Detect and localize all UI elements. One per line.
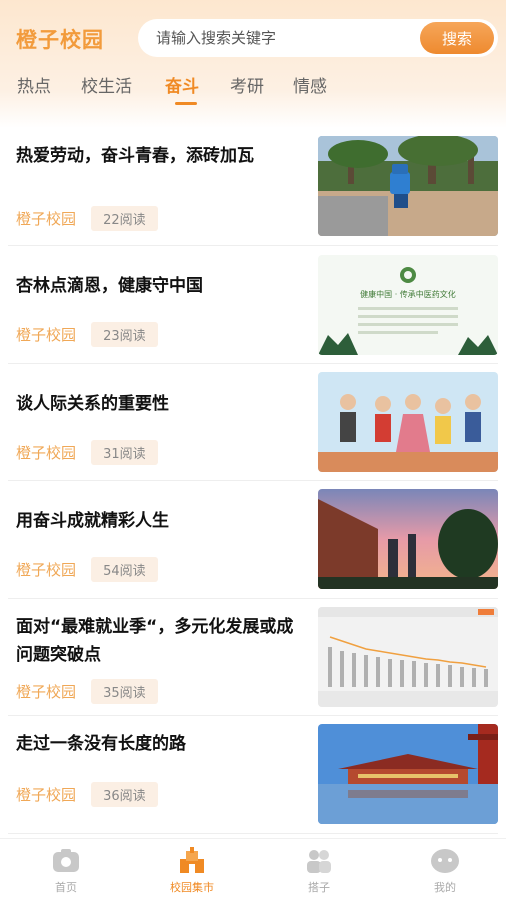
article-title: 杏林点滴恩，健康守中国	[16, 276, 203, 296]
article-meta: 橙子校园 54阅读	[16, 557, 158, 582]
read-count-badge: 36阅读	[91, 782, 158, 807]
article-title: 热爱劳动，奋斗青春，添砖加瓦	[16, 146, 254, 166]
nav-label: 我的	[434, 881, 456, 894]
article-author: 橙子校园	[16, 444, 77, 462]
article-thumbnail	[318, 607, 498, 707]
tab-strive[interactable]: 奋斗	[165, 72, 199, 97]
article-author: 橙子校园	[16, 561, 77, 579]
article-author: 橙子校园	[16, 786, 77, 804]
tab-hot[interactable]: 热点	[17, 72, 51, 97]
read-count-badge: 54阅读	[91, 557, 158, 582]
nav-home[interactable]: 首页	[26, 847, 106, 895]
nav-label: 搭子	[308, 881, 330, 894]
article-author: 橙子校园	[16, 326, 77, 344]
article-item[interactable]: 面对“最难就业季“，多元化发展或成问题突破点 橙子校园 35阅读	[8, 599, 498, 716]
article-thumbnail	[318, 724, 498, 824]
nav-label: 首页	[55, 881, 77, 894]
nav-partner[interactable]: 搭子	[279, 847, 359, 895]
article-author: 橙子校园	[16, 683, 77, 701]
article-thumbnail	[318, 372, 498, 472]
partner-icon	[307, 850, 331, 873]
article-meta: 橙子校园 23阅读	[16, 322, 158, 347]
article-thumbnail: 健康中国 · 传承中医药文化	[318, 255, 498, 355]
article-meta: 橙子校园 35阅读	[16, 679, 158, 704]
article-title: 面对“最难就业季“，多元化发展或成问题突破点	[16, 617, 294, 665]
market-icon	[180, 847, 204, 873]
article-item[interactable]: 走过一条没有长度的路 橙子校园 36阅读	[8, 716, 498, 834]
article-title: 走过一条没有长度的路	[16, 734, 186, 754]
article-meta: 橙子校园 22阅读	[16, 206, 158, 231]
nav-market[interactable]: 校园集市	[152, 847, 232, 895]
active-tab-indicator	[175, 102, 197, 105]
article-meta: 橙子校园 36阅读	[16, 782, 158, 807]
article-meta: 橙子校园 31阅读	[16, 440, 158, 465]
read-count-badge: 23阅读	[91, 322, 158, 347]
read-count-badge: 35阅读	[91, 679, 158, 704]
article-title: 用奋斗成就精彩人生	[16, 511, 169, 531]
search-button[interactable]: 搜索	[420, 22, 494, 54]
brand-title: 橙子校园	[16, 28, 104, 52]
nav-label: 校园集市	[170, 881, 214, 894]
bottom-navigation: 首页 校园集市 搭子 我的	[0, 838, 506, 900]
read-count-badge: 22阅读	[91, 206, 158, 231]
article-thumbnail	[318, 136, 498, 236]
nav-profile[interactable]: 我的	[405, 847, 485, 895]
article-item[interactable]: 杏林点滴恩，健康守中国 橙子校园 23阅读 健康中国 · 传承中医药文化	[8, 246, 498, 364]
category-tabs: 热点 校生活 奋斗 考研 情感	[0, 72, 506, 108]
article-item[interactable]: 谈人际关系的重要性 橙子校园 31阅读	[8, 364, 498, 481]
article-title: 谈人际关系的重要性	[16, 394, 169, 414]
thumbnail-caption: 健康中国 · 传承中医药文化	[360, 289, 456, 299]
article-thumbnail	[318, 489, 498, 589]
article-author: 橙子校园	[16, 210, 77, 228]
search-input[interactable]	[156, 28, 406, 48]
top-header: 橙子校园 搜索 热点 校生活 奋斗 考研 情感	[0, 0, 506, 128]
tab-postgrad[interactable]: 考研	[230, 72, 264, 97]
profile-icon	[431, 849, 459, 873]
home-icon	[53, 849, 79, 872]
read-count-badge: 31阅读	[91, 440, 158, 465]
tab-emotion[interactable]: 情感	[293, 72, 327, 97]
tab-campus-life[interactable]: 校生活	[81, 72, 132, 97]
article-item[interactable]: 用奋斗成就精彩人生 橙子校园 54阅读	[8, 481, 498, 599]
search-bar: 搜索	[138, 19, 498, 57]
article-item[interactable]: 热爱劳动，奋斗青春，添砖加瓦 橙子校园 22阅读	[8, 128, 498, 246]
